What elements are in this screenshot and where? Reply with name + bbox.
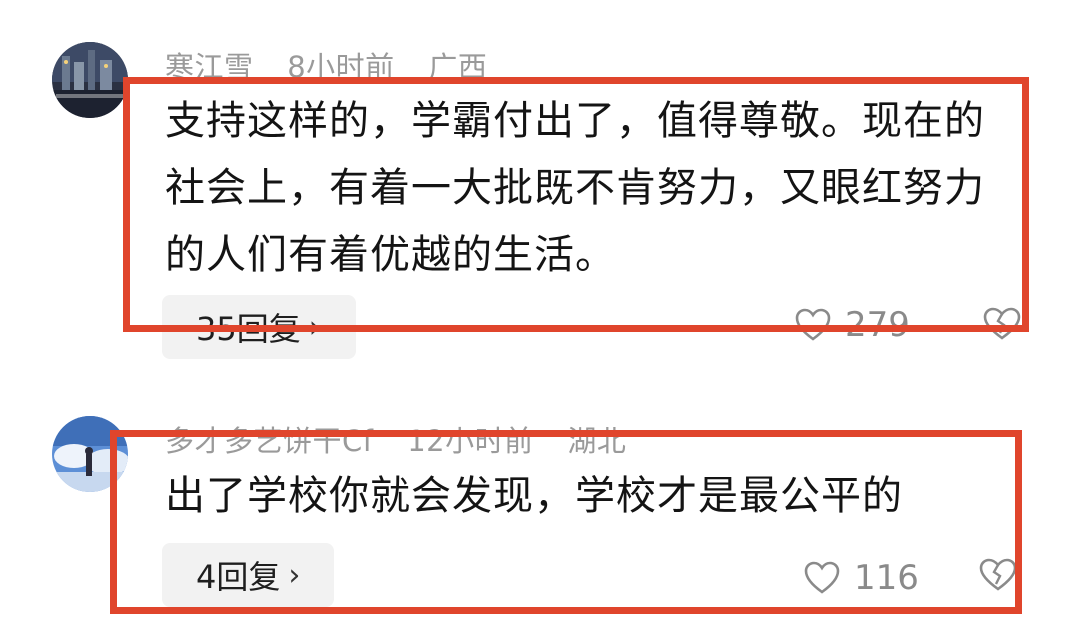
avatar[interactable] (52, 416, 128, 492)
avatar-night-city-icon (52, 42, 128, 118)
comment-text: 支持这样的，学霸付出了，值得尊敬。现在的社会上，有着一大批既不肯努力，又眼红努力… (165, 98, 985, 278)
username[interactable]: 多才多艺饼干Cf (165, 424, 373, 458)
replies-button[interactable]: 35回复 › (162, 295, 356, 359)
comment-location: 广西 (428, 50, 488, 84)
like-button[interactable]: 279 (795, 305, 910, 345)
replies-count: 4回复 (196, 558, 281, 596)
like-count: 279 (845, 305, 910, 345)
comment-text: 出了学校你就会发现，学校才是最公平的 (165, 473, 903, 519)
avatar[interactable] (52, 42, 128, 118)
broken-heart-icon (979, 558, 1017, 591)
chevron-right-icon: › (308, 309, 321, 345)
like-count: 116 (854, 558, 919, 598)
replies-count: 35回复 (196, 310, 301, 348)
like-button[interactable]: 116 (804, 558, 919, 598)
dislike-button[interactable] (978, 558, 1018, 596)
comment-location: 湖北 (567, 424, 627, 458)
username[interactable]: 寒江雪 (165, 50, 254, 84)
chevron-right-icon: › (288, 557, 301, 593)
dislike-button[interactable] (982, 307, 1022, 345)
comment-meta: 多才多艺饼干Cf 12小时前 湖北 (165, 418, 650, 460)
replies-button[interactable]: 4回复 › (162, 543, 334, 607)
comment-meta: 寒江雪 8小时前 广西 (165, 44, 511, 86)
comment-time: 8小时前 (287, 50, 395, 84)
heart-icon (795, 308, 831, 341)
heart-icon (804, 561, 840, 594)
broken-heart-icon (983, 307, 1021, 340)
comment-time: 12小时前 (407, 424, 534, 458)
avatar-anime-sky-icon (52, 416, 128, 492)
